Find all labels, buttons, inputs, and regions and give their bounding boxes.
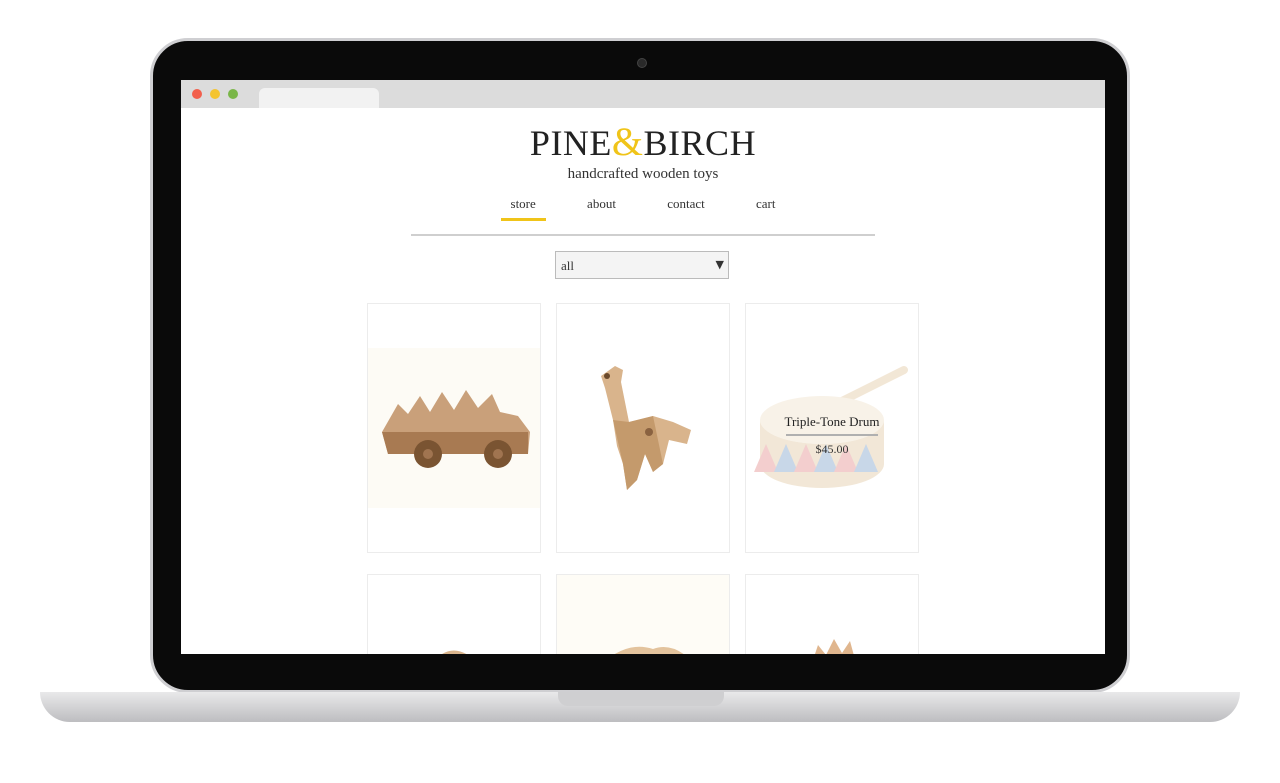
wooden-car-image (368, 348, 540, 508)
product-card[interactable] (556, 574, 730, 654)
product-card[interactable] (556, 303, 730, 553)
site-logo[interactable]: PINE&BIRCH (181, 118, 1105, 165)
product-card[interactable] (367, 574, 541, 654)
maximize-window-button[interactable] (228, 89, 238, 99)
minimize-window-button[interactable] (210, 89, 220, 99)
product-image (815, 639, 854, 654)
wooden-giraffe-image (601, 366, 691, 490)
product-card[interactable] (367, 303, 541, 553)
browser-tab[interactable] (259, 88, 379, 108)
product-card[interactable]: Triple-Tone Drum $45.00 (745, 303, 919, 553)
header-divider (411, 234, 875, 236)
product-title-underline (786, 434, 878, 436)
logo-ampersand: & (611, 119, 644, 164)
webcam (637, 58, 647, 68)
category-filter-value: all (561, 258, 574, 273)
nav-about[interactable]: about (577, 196, 626, 218)
nav-store[interactable]: store (500, 196, 546, 221)
logo-word-birch: BIRCH (643, 123, 757, 163)
product-price: $45.00 (815, 442, 849, 456)
product-image (442, 650, 467, 654)
main-nav: store about contact cart (181, 196, 1105, 221)
laptop-opening-notch (558, 692, 724, 706)
category-filter-select[interactable]: all ▼ (555, 251, 729, 279)
dropdown-arrow-icon: ▼ (715, 258, 724, 271)
screen: PINE&BIRCH handcrafted wooden toys store… (181, 80, 1105, 654)
product-image (557, 575, 729, 654)
nav-contact[interactable]: contact (657, 196, 715, 218)
browser-toolbar (181, 80, 1105, 108)
logo-word-pine: PINE (529, 123, 612, 163)
nav-cart[interactable]: cart (746, 196, 785, 218)
web-page: PINE&BIRCH handcrafted wooden toys store… (181, 108, 1105, 654)
product-title[interactable]: Triple-Tone Drum (746, 414, 918, 430)
site-tagline: handcrafted wooden toys (567, 166, 719, 182)
close-window-button[interactable] (192, 89, 202, 99)
product-card[interactable] (745, 574, 919, 654)
